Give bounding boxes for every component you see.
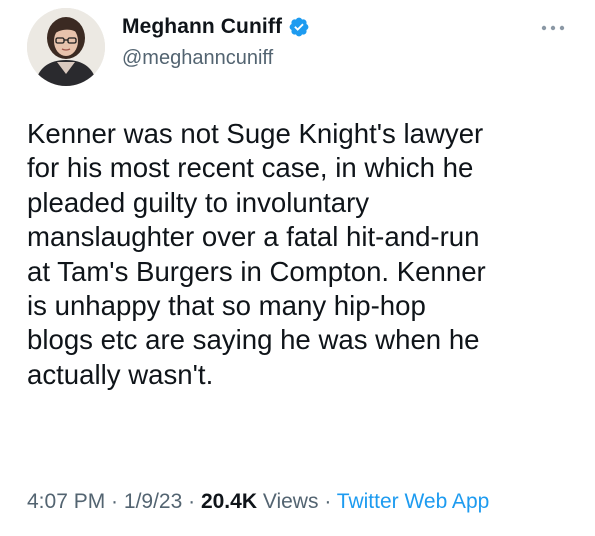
tweet-card: Meghann Cuniff @meghanncuniff Kenner was… xyxy=(0,0,595,536)
author-name-row: Meghann Cuniff xyxy=(122,15,310,39)
tweet-source-link[interactable]: Twitter Web App xyxy=(337,490,490,513)
display-name[interactable]: Meghann Cuniff xyxy=(122,15,282,39)
meta-separator: · xyxy=(182,490,201,513)
tweet-date[interactable]: 1/9/23 xyxy=(124,490,182,513)
meta-separator: · xyxy=(318,490,337,513)
author-handle[interactable]: @meghanncuniff xyxy=(122,47,273,70)
more-horizontal-icon[interactable] xyxy=(540,20,566,31)
avatar[interactable] xyxy=(27,8,105,86)
tweet-time[interactable]: 4:07 PM xyxy=(27,490,105,513)
avatar-image xyxy=(27,8,105,86)
verified-badge-icon xyxy=(288,16,310,38)
meta-separator: · xyxy=(105,490,124,513)
tweet-text: Kenner was not Suge Knight's lawyer for … xyxy=(27,118,486,390)
views-count[interactable]: 20.4K xyxy=(201,490,257,513)
views-label: Views xyxy=(257,490,319,513)
tweet-meta: 4:07 PM · 1/9/23 · 20.4K Views · Twitter… xyxy=(27,490,489,514)
